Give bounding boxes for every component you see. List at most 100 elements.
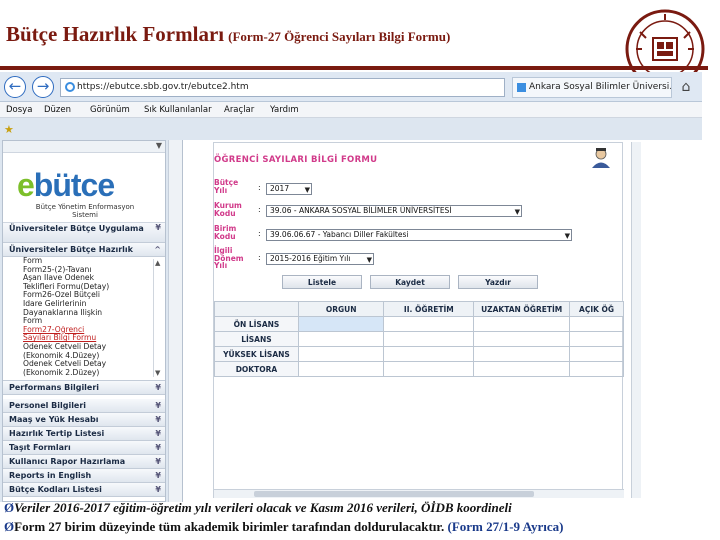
back-icon[interactable]: ← xyxy=(4,76,26,98)
table-cell-input[interactable] xyxy=(297,316,385,332)
bullet-arrow-icon: Ø xyxy=(4,500,15,515)
scrollbar-thumb[interactable] xyxy=(254,491,534,497)
chevron-down-icon[interactable]: ▼ xyxy=(156,141,162,150)
sidebar-item-tasit[interactable]: Taşıt Formları ¥ xyxy=(3,441,165,455)
butce-yili-select[interactable]: 2017 ▼ xyxy=(266,183,312,195)
sidebar-item-label: Bütçe Kodları Listesi xyxy=(9,485,102,494)
table-cell-input[interactable] xyxy=(473,331,571,347)
table-cell-input[interactable] xyxy=(473,346,571,362)
sidebar-item-butce-hazirlik[interactable]: Üniversiteler Bütçe Hazırlık ^ xyxy=(3,243,165,257)
chevron-down-icon: ¥ xyxy=(155,485,161,494)
logo-tagline: Bütçe Yönetim Enformasyon Sistemi xyxy=(35,203,135,219)
submenu-line-active[interactable]: Sayıları Bilgi Formu xyxy=(23,334,149,343)
table-cell-input[interactable] xyxy=(569,316,624,332)
form-button-row: Listele Kaydet Yazdır xyxy=(214,273,624,291)
table-cell-input[interactable] xyxy=(297,361,385,377)
vertical-scrollbar[interactable] xyxy=(631,142,641,498)
field-label-donem-yili: İlgili Dönem Yılı xyxy=(214,246,244,270)
table-cell-input[interactable] xyxy=(383,331,475,347)
submenu-line[interactable]: İdare Gelirlerinin xyxy=(23,300,149,309)
main-content: ÖĞRENCİ SAYILARI BİLGİ FORMU Bütçe Yılı … xyxy=(182,140,702,502)
sidebar-item-label: Performans Bilgileri xyxy=(9,383,100,392)
sidebar: ▼ ebütce Bütçe Yönetim Enformasyon Siste… xyxy=(2,140,166,502)
submenu-line[interactable]: (Ekonomik 2.Düzey) xyxy=(23,369,149,378)
table-cell-input[interactable] xyxy=(297,331,385,347)
menu-item-araclar[interactable]: Araçlar xyxy=(224,102,254,118)
yazdir-button[interactable]: Yazdır xyxy=(458,275,538,289)
submenu-line[interactable]: Form26-Özel Bütçeli xyxy=(23,291,149,300)
sidebar-item-personel[interactable]: Personel Bilgileri ¥ xyxy=(3,399,165,413)
sidebar-item-performans[interactable]: Performans Bilgileri ¥ xyxy=(3,381,165,395)
sidebar-item-label: Maaş ve Yük Hesabı xyxy=(9,415,99,424)
scroll-up-icon[interactable]: ▲ xyxy=(155,259,160,267)
sidebar-item-rapor[interactable]: Kullanıcı Rapor Hazırlama ¥ xyxy=(3,455,165,469)
menu-item-favorites[interactable]: Sık Kullanılanlar xyxy=(144,102,212,118)
browser-tab[interactable]: Ankara Sosyal Bilimler Üniversi... xyxy=(512,77,672,98)
table-row: ÖN LİSANS xyxy=(214,316,624,332)
table-cell-input[interactable] xyxy=(473,316,571,332)
form-title: ÖĞRENCİ SAYILARI BİLGİ FORMU xyxy=(214,155,378,165)
submenu-line[interactable]: Dayanaklarına İlişkin xyxy=(23,309,149,318)
submenu-line[interactable]: Aşan İlave Ödenek xyxy=(23,274,149,283)
chevron-down-icon: ▼ xyxy=(564,232,570,240)
browser-screenshot: ← → https://ebutce.sbb.gov.tr/ebutce2.ht… xyxy=(0,72,702,502)
birim-kodu-select[interactable]: 39.06.06.67 - Yabancı Diller Fakültesi ▼ xyxy=(266,229,572,241)
kurum-kodu-select[interactable]: 39.06 - ANKARA SOSYAL BİLİMLER ÜNİVERSİT… xyxy=(266,205,522,217)
scroll-down-icon[interactable]: ▼ xyxy=(155,369,160,377)
home-icon[interactable]: ⌂ xyxy=(678,79,694,95)
row-label: YÜKSEK LİSANS xyxy=(214,346,299,362)
table-row: LİSANS xyxy=(214,331,624,347)
forward-icon[interactable]: → xyxy=(32,76,54,98)
chevron-down-icon: ¥ xyxy=(155,471,161,480)
table-cell-input[interactable] xyxy=(569,361,624,377)
sidebar-item-label: Üniversiteler Bütçe Uygulama xyxy=(9,224,144,233)
frame-splitter[interactable] xyxy=(168,140,182,502)
table-row: DOKTORA xyxy=(214,361,624,377)
table-cell-input[interactable] xyxy=(297,346,385,362)
colon: : xyxy=(258,205,261,214)
table-cell-input[interactable] xyxy=(383,361,475,377)
sidebar-item-tertip[interactable]: Hazırlık Tertip Listesi ¥ xyxy=(3,427,165,441)
submenu-line-active[interactable]: Form27-Öğrenci xyxy=(23,326,149,335)
menu-item-duzen[interactable]: Düzen xyxy=(44,102,71,118)
footer-line-2: ØForm 27 birim düzeyinde tüm akademik bi… xyxy=(4,519,563,535)
table-cell-input[interactable] xyxy=(569,331,624,347)
tab-title: Ankara Sosyal Bilimler Üniversi... xyxy=(529,82,672,92)
kaydet-button[interactable]: Kaydet xyxy=(370,275,450,289)
sidebar-item-butce-uygulama[interactable]: Üniversiteler Bütçe Uygulama ¥ xyxy=(3,223,165,243)
row-label: ÖN LİSANS xyxy=(214,316,299,332)
menu-item-yardim[interactable]: Yardım xyxy=(270,102,299,118)
sidebar-item-english[interactable]: Reports in English ¥ xyxy=(3,469,165,483)
colon: : xyxy=(258,183,261,192)
colon: : xyxy=(258,229,261,238)
table-cell-input[interactable] xyxy=(473,361,571,377)
menu-item-gorunum[interactable]: Görünüm xyxy=(90,102,130,118)
sidebar-item-maas[interactable]: Maaş ve Yük Hesabı ¥ xyxy=(3,413,165,427)
submenu-line[interactable]: Ödenek Cetveli Detay xyxy=(23,343,149,352)
chevron-down-icon: ¥ xyxy=(155,383,161,392)
favorites-star-icon[interactable]: ★ xyxy=(4,124,16,136)
footer-line-1: ØVeriler 2016-2017 eğitim-öğretim yılı v… xyxy=(4,500,512,516)
submenu-line[interactable]: Ödenek Cetveli Detay xyxy=(23,360,149,369)
sidebar-item-label: Taşıt Formları xyxy=(9,443,71,452)
submenu-line[interactable]: (Ekonomik 4.Düzey) xyxy=(23,352,149,361)
submenu-line[interactable]: Form xyxy=(23,257,149,266)
submenu-scrollbar[interactable]: ▲ ▼ xyxy=(153,259,163,377)
chevron-down-icon: ▼ xyxy=(514,208,520,216)
horizontal-scrollbar[interactable] xyxy=(214,489,624,498)
table-cell-input[interactable] xyxy=(383,346,475,362)
submenu-line[interactable]: Form25-(2)-Tavanı xyxy=(23,266,149,275)
sidebar-item-label: Üniversiteler Bütçe Hazırlık xyxy=(9,245,133,254)
table-cell-input[interactable] xyxy=(569,346,624,362)
submenu-line[interactable]: Form xyxy=(23,317,149,326)
submenu-line[interactable]: Teklifleri Formu(Detay) xyxy=(23,283,149,292)
chevron-down-icon: ▼ xyxy=(304,186,310,194)
menu-item-dosya[interactable]: Dosya xyxy=(6,102,32,118)
donem-yili-select[interactable]: 2015-2016 Eğitim Yılı ▼ xyxy=(266,253,374,265)
url-input[interactable]: https://ebutce.sbb.gov.tr/ebutce2.htm xyxy=(60,78,505,97)
address-bar-area: ← → https://ebutce.sbb.gov.tr/ebutce2.ht… xyxy=(0,72,702,102)
bullet-arrow-icon: Ø xyxy=(4,519,15,534)
table-cell-input[interactable] xyxy=(383,316,475,332)
listele-button[interactable]: Listele xyxy=(282,275,362,289)
sidebar-item-kodlar[interactable]: Bütçe Kodları Listesi ¥ xyxy=(3,483,165,497)
